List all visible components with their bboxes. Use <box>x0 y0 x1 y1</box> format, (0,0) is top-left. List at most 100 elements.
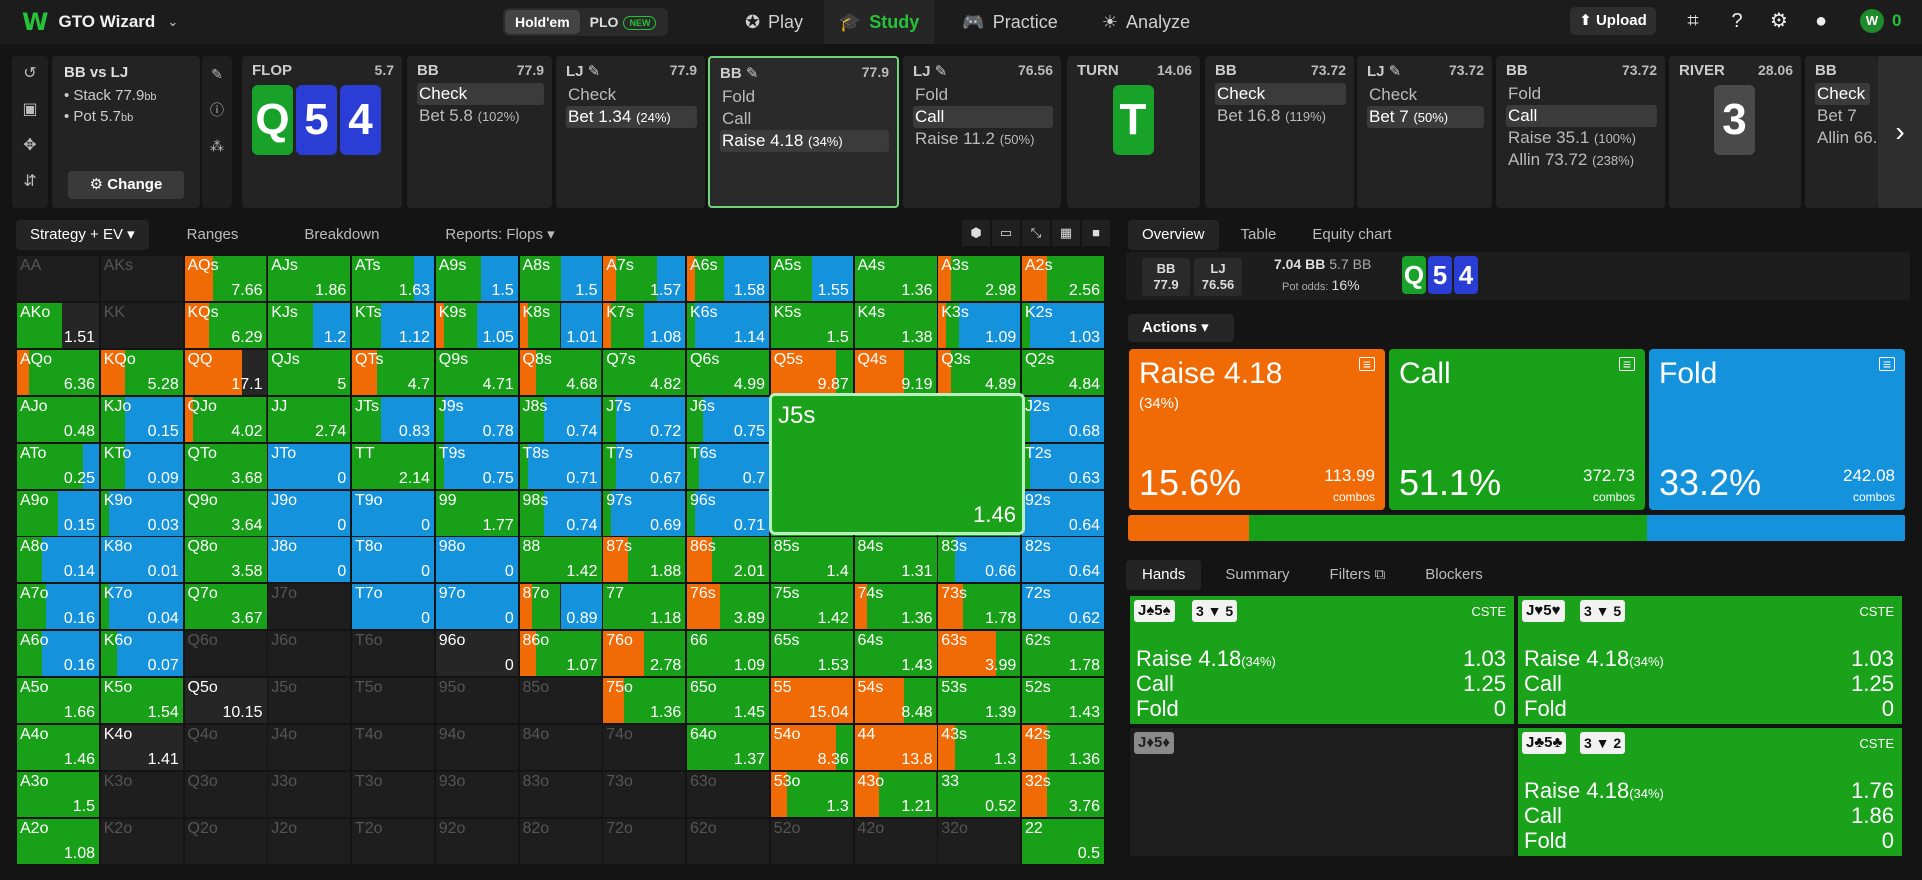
range-cell[interactable]: KQs 6.29 <box>184 302 267 348</box>
range-cell[interactable]: 72s 0.62 <box>1022 584 1104 630</box>
range-cell[interactable]: AA <box>17 256 99 301</box>
tree-action[interactable]: Check <box>566 84 697 106</box>
range-cell[interactable]: Q7s 4.82 <box>603 349 686 395</box>
action-box-call[interactable]: Call ≡ 51.1% 372.73 combos <box>1389 349 1645 510</box>
toggle-holdem[interactable]: Hold'em <box>505 10 580 34</box>
range-cell[interactable]: K6s 1.14 <box>687 302 769 348</box>
square-icon[interactable]: ■ <box>1082 220 1110 246</box>
range-cell[interactable]: K3s 1.09 <box>938 302 1021 348</box>
tree-column-10[interactable]: BB Check Bet 7 Allin 66.72 <box>1805 56 1896 208</box>
change-button[interactable]: ⚙ Change <box>68 171 184 199</box>
range-cell[interactable]: 43o 1.21 <box>854 771 937 817</box>
range-cell[interactable]: Q5o 10.15 <box>184 678 267 724</box>
range-cell[interactable]: Q7o 3.67 <box>184 584 267 630</box>
range-cell[interactable]: 32o <box>938 818 1021 864</box>
tree-action[interactable]: Call <box>913 106 1053 128</box>
tree-action[interactable]: Bet 16.8 (119%) <box>1215 105 1346 127</box>
range-cell[interactable]: 93o <box>435 771 518 817</box>
gamepad-icon[interactable]: ✥ <box>12 128 48 164</box>
range-cell[interactable]: 73s 1.78 <box>938 584 1021 630</box>
hand-combo-card[interactable]: J♠5♠ 3 ▼ 5 CSTE Raise 4.18(34%) 1.03 Call 1.25… <box>1129 595 1515 725</box>
pencil-icon[interactable]: ✎ <box>202 56 232 92</box>
range-cell[interactable]: 74s 1.36 <box>854 584 937 630</box>
actions-dropdown[interactable]: Actions ▾ <box>1128 314 1234 342</box>
coin-balance[interactable]: W0 <box>1860 9 1901 33</box>
tab-filters[interactable]: Filters ⧉ <box>1314 560 1402 590</box>
tree-column-8[interactable]: BB 73.72 Fold Call Raise 35.1 (100%) Allin 73… <box>1496 56 1665 208</box>
range-cell[interactable]: K4o 1.41 <box>100 725 183 770</box>
tab-hands[interactable]: Hands <box>1126 560 1202 590</box>
save-icon[interactable]: ▣ <box>12 92 48 128</box>
range-cell[interactable]: 55 15.04 <box>770 678 853 724</box>
range-cell[interactable]: 87s 1.88 <box>603 537 686 583</box>
tree-action[interactable]: Allin 66.72 <box>1815 127 1896 149</box>
range-cell[interactable]: K7s 1.08 <box>603 302 686 348</box>
range-cell[interactable]: QTs 4.7 <box>352 349 434 395</box>
range-cell[interactable]: AJo 0.48 <box>17 396 99 442</box>
range-cell[interactable]: T4o <box>352 725 434 770</box>
collapse-icon[interactable]: ⇵ <box>12 164 48 200</box>
range-cell[interactable]: A6s 1.58 <box>687 256 769 301</box>
range-cell[interactable]: 44 13.8 <box>854 725 937 770</box>
range-cell[interactable]: A5o 1.66 <box>17 678 99 724</box>
range-cell[interactable]: A4o 1.46 <box>17 725 99 770</box>
tree-action[interactable]: Bet 7 (50%) <box>1367 106 1484 128</box>
range-cell[interactable]: 97s 0.69 <box>603 490 686 536</box>
grid-icon[interactable]: ▦ <box>1052 220 1080 246</box>
range-cell[interactable]: 22 0.5 <box>1022 818 1104 864</box>
nav-play[interactable]: ✪ Play <box>724 0 824 44</box>
range-cell[interactable]: K2o <box>100 818 183 864</box>
range-cell[interactable]: J8o 0 <box>268 537 351 583</box>
range-cell[interactable]: 83o <box>519 771 602 817</box>
range-cell[interactable]: A2s 2.56 <box>1022 256 1104 301</box>
range-cell[interactable]: 52o <box>770 818 853 864</box>
range-cell[interactable]: 98o 0 <box>435 537 518 583</box>
tab-ranges[interactable]: Ranges <box>173 220 253 250</box>
range-cell[interactable]: 53s 1.39 <box>938 678 1021 724</box>
range-cell[interactable]: T6o <box>352 631 434 677</box>
range-cell[interactable]: 32s 3.76 <box>1022 771 1104 817</box>
range-cell[interactable]: K2s 1.03 <box>1022 302 1104 348</box>
tree-action[interactable]: Check <box>1815 83 1870 105</box>
cube-icon[interactable]: ⬢ <box>962 220 990 246</box>
range-cell[interactable]: J7s 0.72 <box>603 396 686 442</box>
details-icon[interactable]: ≡ <box>1359 357 1375 371</box>
range-cell[interactable]: 85o <box>519 678 602 724</box>
tree-column-9[interactable]: RIVER 28.06 3 <box>1669 56 1801 208</box>
tree-column-3[interactable]: BB ✎ 77.9 Fold Call Raise 4.18 (34%) <box>708 56 899 208</box>
range-cell[interactable]: A7s 1.57 <box>603 256 686 301</box>
nav-study[interactable]: 🎓 Study <box>824 0 934 44</box>
range-cell[interactable]: AQo 6.36 <box>17 349 99 395</box>
range-cell[interactable]: 64o 1.37 <box>687 725 769 770</box>
range-cell[interactable]: 52s 1.43 <box>1022 678 1104 724</box>
range-cell[interactable]: Q9s 4.71 <box>435 349 518 395</box>
range-cell[interactable]: QQ 17.1 <box>184 349 267 395</box>
range-cell[interactable]: Q6s 4.99 <box>687 349 769 395</box>
range-cell[interactable]: 82s 0.64 <box>1022 537 1104 583</box>
hand-combo-card[interactable]: J♣5♣ 3 ▼ 2 CSTE Raise 4.18(34%) 1.76 Call 1.86… <box>1517 727 1903 857</box>
tree-action[interactable]: Call <box>1506 105 1657 127</box>
range-cell[interactable]: K5s 1.5 <box>770 302 853 348</box>
details-icon[interactable]: ≡ <box>1619 357 1635 371</box>
range-cell[interactable]: 97o 0 <box>435 584 518 630</box>
range-cell[interactable]: 76s 3.89 <box>687 584 769 630</box>
account-icon[interactable]: ● <box>1808 8 1834 34</box>
action-box-raise[interactable]: Raise 4.18 (34%) ≡ 15.6% 113.99 combos <box>1129 349 1385 510</box>
tree-action[interactable]: Fold <box>720 86 889 108</box>
range-cell[interactable]: AQs 7.66 <box>184 256 267 301</box>
range-cell[interactable]: Q4o <box>184 725 267 770</box>
tree-action[interactable]: Check <box>1215 83 1346 105</box>
range-cell[interactable]: 54o 8.36 <box>770 725 853 770</box>
range-cell[interactable]: KK <box>100 302 183 348</box>
tree-action[interactable]: Raise 4.18 (34%) <box>720 130 889 152</box>
tree-action[interactable]: Fold <box>1506 83 1657 105</box>
range-cell[interactable]: Q6o <box>184 631 267 677</box>
range-cell[interactable]: T2s 0.63 <box>1022 443 1104 489</box>
range-cell[interactable]: 77 1.18 <box>603 584 686 630</box>
tree-action[interactable]: Raise 11.2 (50%) <box>913 128 1053 150</box>
range-cell[interactable]: AKo 1.51 <box>17 302 99 348</box>
tree-action[interactable]: Raise 35.1 (100%) <box>1506 127 1657 149</box>
range-cell[interactable]: T9o 0 <box>352 490 434 536</box>
range-cell[interactable]: JTo 0 <box>268 443 351 489</box>
upload-button[interactable]: ⬆ Upload <box>1570 7 1656 35</box>
